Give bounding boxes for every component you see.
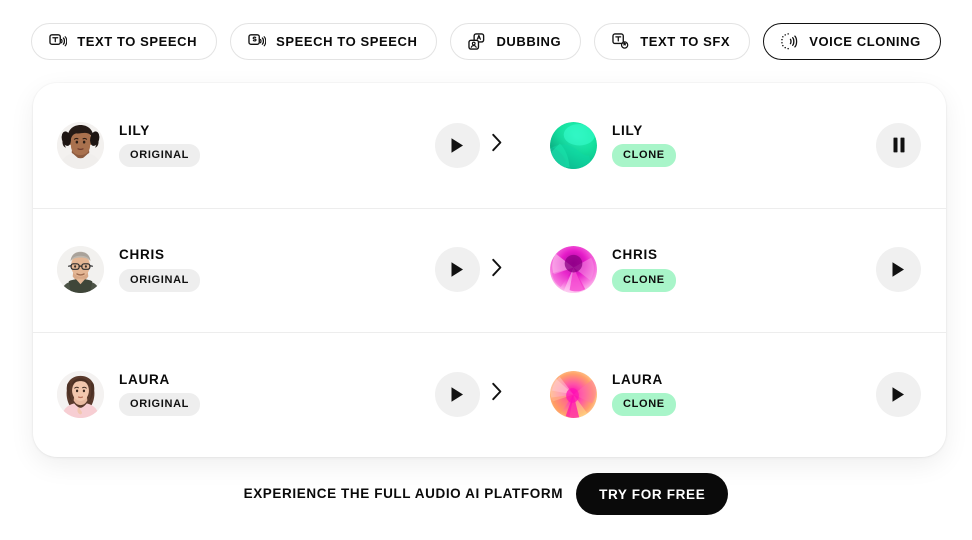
voice-name: LAURA xyxy=(612,371,663,387)
clone-voice-laura: LAURA CLONE xyxy=(550,370,850,418)
tab-label: SPEECH TO SPEECH xyxy=(276,34,418,49)
voice-name: LILY xyxy=(612,122,643,138)
pause-icon xyxy=(892,137,906,153)
status-badge: ORIGINAL xyxy=(119,144,201,168)
status-badge: CLONE xyxy=(612,393,676,417)
status-badge: CLONE xyxy=(612,144,676,168)
tab-speech-to-speech[interactable]: SPEECH TO SPEECH xyxy=(230,23,438,60)
avatar xyxy=(550,121,597,169)
try-for-free-button[interactable]: TRY FOR FREE xyxy=(576,473,729,515)
status-badge: CLONE xyxy=(612,268,676,292)
voice-meta: CHRIS CLONE xyxy=(612,248,676,292)
play-original-button[interactable] xyxy=(435,247,480,293)
arrow-separator xyxy=(480,133,514,157)
table-row: LAURA ORIGINAL LAURA CLONE xyxy=(33,332,946,457)
text-to-sfx-icon xyxy=(611,32,630,51)
voice-meta: LILY CLONE xyxy=(612,124,676,168)
arrow-separator xyxy=(480,382,514,406)
tab-label: DUBBING xyxy=(496,34,562,49)
footer-tagline: EXPERIENCE THE FULL AUDIO AI PLATFORM xyxy=(243,486,564,502)
table-row: CHRIS ORIGINAL CHRIS CLONE xyxy=(33,207,946,333)
original-voice-laura: LAURA ORIGINAL xyxy=(57,370,357,418)
voice-clone-comparison-card: LILY ORIGINAL LILY CLONE CHRIS ORIGINAL … xyxy=(33,83,946,457)
voice-name: LAURA xyxy=(119,371,170,387)
tab-label: TEXT TO SPEECH xyxy=(77,34,198,49)
tab-label: TEXT TO SFX xyxy=(640,34,731,49)
tab-voice-cloning[interactable]: VOICE CLONING xyxy=(763,23,941,60)
mode-tabbar: TEXT TO SPEECH SPEECH TO SPEECH DUBBING xyxy=(0,0,972,60)
tab-text-to-sfx[interactable]: TEXT TO SFX xyxy=(594,23,751,60)
play-icon xyxy=(450,386,465,403)
status-badge: ORIGINAL xyxy=(119,393,201,417)
voice-name: CHRIS xyxy=(119,247,165,263)
play-icon xyxy=(450,261,465,278)
play-original-button[interactable] xyxy=(435,371,480,417)
play-clone-button[interactable] xyxy=(876,247,921,293)
chevron-right-icon xyxy=(491,133,503,157)
chevron-right-icon xyxy=(491,382,503,406)
avatar xyxy=(57,246,104,294)
text-to-speech-icon xyxy=(48,32,68,51)
play-icon xyxy=(891,386,906,403)
voice-name: CHRIS xyxy=(612,247,658,263)
dubbing-icon xyxy=(467,32,486,51)
table-row: LILY ORIGINAL LILY CLONE xyxy=(33,83,946,208)
speech-to-speech-icon xyxy=(247,32,267,51)
original-voice-chris: CHRIS ORIGINAL xyxy=(57,246,357,294)
avatar xyxy=(550,370,597,418)
play-icon xyxy=(450,137,465,154)
clone-voice-lily: LILY CLONE xyxy=(550,121,850,169)
footer-cta: EXPERIENCE THE FULL AUDIO AI PLATFORM TR… xyxy=(0,473,972,515)
voice-meta: LILY ORIGINAL xyxy=(119,122,201,168)
tab-text-to-speech[interactable]: TEXT TO SPEECH xyxy=(31,23,218,60)
original-voice-lily: LILY ORIGINAL xyxy=(57,121,357,169)
play-icon xyxy=(891,261,906,278)
avatar xyxy=(57,370,104,418)
pause-clone-button[interactable] xyxy=(876,122,921,168)
chevron-right-icon xyxy=(491,258,503,282)
tab-label: VOICE CLONING xyxy=(809,34,921,49)
tab-dubbing[interactable]: DUBBING xyxy=(450,23,582,60)
arrow-separator xyxy=(480,258,514,282)
voice-meta: LAURA CLONE xyxy=(612,373,676,417)
voice-name: LILY xyxy=(119,122,150,138)
voice-meta: CHRIS ORIGINAL xyxy=(119,247,201,292)
play-original-button[interactable] xyxy=(435,122,480,168)
status-badge: ORIGINAL xyxy=(119,268,201,292)
play-clone-button[interactable] xyxy=(876,371,921,417)
avatar xyxy=(550,246,597,294)
clone-voice-chris: CHRIS CLONE xyxy=(550,246,850,294)
voice-cloning-icon xyxy=(780,32,799,51)
avatar xyxy=(57,121,104,169)
voice-meta: LAURA ORIGINAL xyxy=(119,371,201,417)
